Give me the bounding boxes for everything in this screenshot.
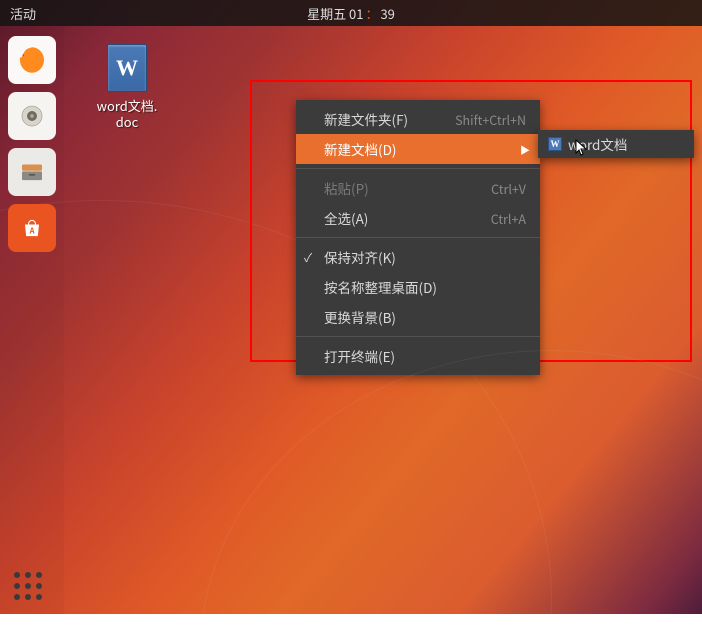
drawer-icon bbox=[17, 157, 47, 187]
menu-label: 更换背景(B) bbox=[324, 307, 396, 327]
file-manager-app-icon[interactable] bbox=[8, 148, 56, 196]
svg-text:A: A bbox=[29, 225, 35, 236]
menu-keep-aligned[interactable]: ✓ 保持对齐(K) bbox=[296, 242, 540, 272]
menu-shortcut: Shift+Ctrl+N bbox=[455, 110, 526, 129]
show-applications-button[interactable] bbox=[14, 572, 46, 604]
menu-new-document[interactable]: 新建文档(D) ▶ bbox=[296, 134, 540, 164]
menu-open-terminal[interactable]: 打开终端(E) bbox=[296, 341, 540, 371]
submenu-word-doc[interactable]: W word文档 bbox=[538, 132, 694, 156]
menu-label: 打开终端(E) bbox=[324, 346, 395, 366]
launcher-dock: A bbox=[0, 26, 64, 614]
check-icon: ✓ bbox=[304, 249, 312, 266]
menu-label: 新建文件夹(F) bbox=[324, 109, 408, 129]
menu-shortcut: Ctrl+V bbox=[491, 179, 526, 198]
desktop-file-label: word文档. doc bbox=[82, 98, 172, 130]
shopping-bag-icon: A bbox=[18, 214, 46, 242]
software-center-app-icon[interactable]: A bbox=[8, 204, 56, 252]
menu-shortcut: Ctrl+A bbox=[491, 209, 526, 228]
submenu-arrow-icon: ▶ bbox=[520, 142, 530, 157]
menu-label: 新建文档(D) bbox=[324, 139, 396, 159]
menu-paste: 粘贴(P) Ctrl+V bbox=[296, 173, 540, 203]
desktop-wallpaper[interactable]: 活动 星期五 01：39 bbox=[0, 0, 702, 614]
menu-label: 粘贴(P) bbox=[324, 178, 369, 198]
menu-change-background[interactable]: 更换背景(B) bbox=[296, 302, 540, 332]
menu-select-all[interactable]: 全选(A) Ctrl+A bbox=[296, 203, 540, 233]
word-mini-icon: W bbox=[548, 137, 562, 151]
top-bar: 活动 星期五 01：39 bbox=[0, 0, 702, 26]
menu-label: 保持对齐(K) bbox=[324, 247, 396, 267]
menu-separator bbox=[296, 168, 540, 169]
menu-separator bbox=[296, 237, 540, 238]
desktop-file-icon[interactable]: W word文档. doc bbox=[82, 44, 172, 130]
clock[interactable]: 星期五 01：39 bbox=[307, 4, 395, 23]
submenu-label: word文档 bbox=[568, 134, 627, 154]
word-glyph: W bbox=[116, 55, 138, 81]
menu-label: 按名称整理桌面(D) bbox=[324, 277, 437, 297]
media-player-app-icon[interactable] bbox=[8, 92, 56, 140]
desktop-context-menu: 新建文件夹(F) Shift+Ctrl+N 新建文档(D) ▶ 粘贴(P) Ct… bbox=[296, 100, 540, 375]
clock-date: 星期五 01 bbox=[307, 4, 363, 23]
clock-colon: ： bbox=[363, 4, 380, 23]
speaker-icon bbox=[17, 101, 47, 131]
clock-time: 39 bbox=[380, 4, 394, 23]
new-document-submenu: W word文档 bbox=[538, 130, 694, 158]
menu-organize-by-name[interactable]: 按名称整理桌面(D) bbox=[296, 272, 540, 302]
word-doc-icon: W bbox=[107, 44, 147, 92]
menu-separator bbox=[296, 336, 540, 337]
firefox-app-icon[interactable] bbox=[8, 36, 56, 84]
menu-label: 全选(A) bbox=[324, 208, 368, 228]
firefox-icon bbox=[15, 43, 49, 77]
bottom-margin bbox=[0, 614, 702, 633]
menu-new-folder[interactable]: 新建文件夹(F) Shift+Ctrl+N bbox=[296, 104, 540, 134]
activities-button[interactable]: 活动 bbox=[0, 4, 36, 23]
